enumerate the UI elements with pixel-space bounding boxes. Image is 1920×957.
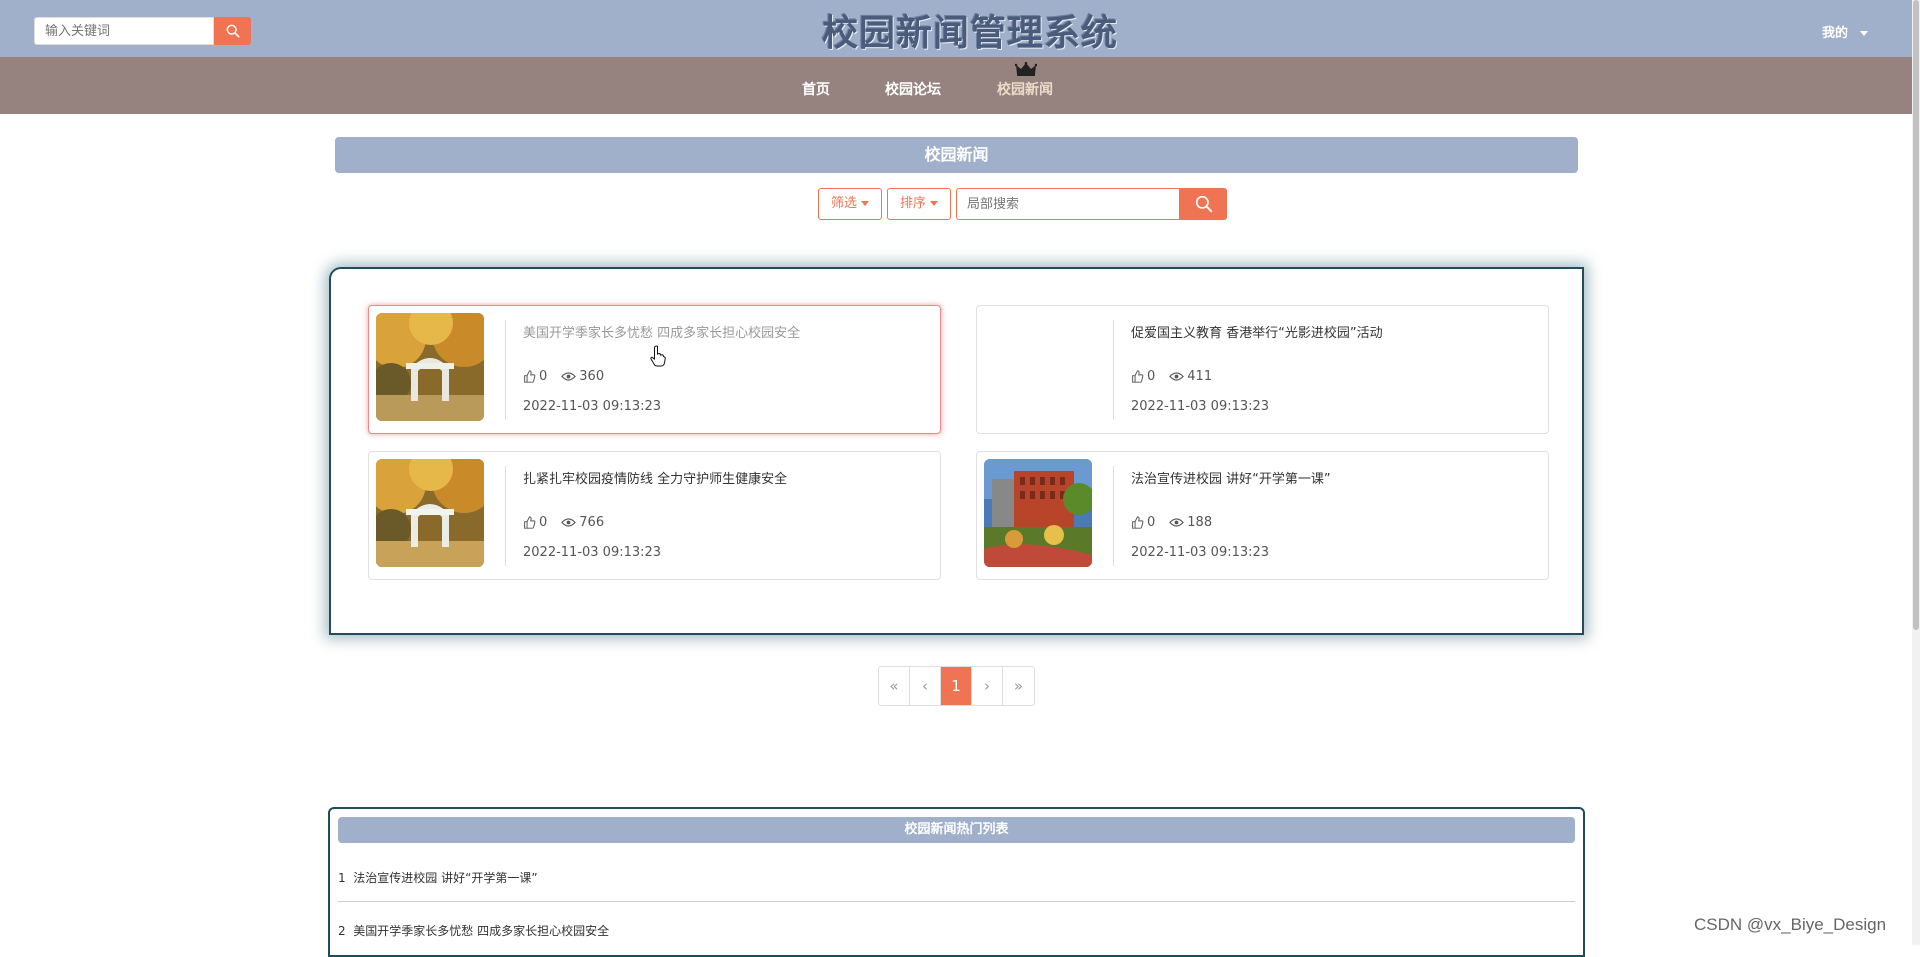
sort-label: 排序	[900, 196, 927, 211]
news-thumbnail[interactable]	[376, 313, 484, 421]
chevron-down-icon	[930, 201, 939, 206]
news-card[interactable]: 美国开学季家长多忧愁 四成多家长担心校园安全 0 360 2022-11-03 …	[368, 305, 941, 434]
nav-item-home[interactable]: 首页	[802, 79, 830, 99]
news-card[interactable]: 促爱国主义教育 香港举行“光影进校园”活动 0 411 2022-11-03 0…	[976, 305, 1549, 434]
news-card[interactable]: 扎紧扎牢校园疫情防线 全力守护师生健康安全 0 766 2022-11-03 0…	[368, 451, 941, 580]
hot-list-title: 校园新闻热门列表	[338, 817, 1575, 843]
hot-rank: 2	[338, 924, 346, 938]
search-icon	[1195, 195, 1212, 213]
view-count: 188	[1187, 515, 1213, 530]
watermark: CSDN @vx_Biye_Design	[1694, 915, 1887, 934]
hot-rank: 1	[338, 871, 346, 885]
pagination-prev[interactable]: ‹	[910, 667, 941, 705]
like-count: 0	[539, 369, 548, 384]
chevron-down-icon	[861, 201, 870, 206]
thumbs-up-icon[interactable]	[523, 370, 536, 383]
view-count: 411	[1187, 369, 1213, 384]
news-card[interactable]: 法治宣传进校园 讲好“开学第一课” 0 188 2022-11-03 09:13…	[976, 451, 1549, 580]
filter-dropdown[interactable]: 筛选	[818, 188, 883, 220]
news-panel: 美国开学季家长多忧愁 四成多家长担心校园安全 0 360 2022-11-03 …	[329, 267, 1584, 635]
hot-news-panel: 校园新闻热门列表 1 法治宣传进校园 讲好“开学第一课” 2 美国开学季家长多忧…	[328, 807, 1585, 957]
pagination-next[interactable]: ›	[972, 667, 1003, 705]
eye-icon	[561, 372, 577, 381]
thumbs-up-icon[interactable]	[1131, 370, 1144, 383]
news-title[interactable]: 美国开学季家长多忧愁 四成多家长担心校园安全	[523, 322, 800, 341]
hot-list-item[interactable]: 1 法治宣传进校园 讲好“开学第一课”	[338, 869, 538, 886]
pagination-last[interactable]: »	[1003, 667, 1034, 705]
eye-icon	[561, 518, 577, 527]
like-count: 0	[1147, 515, 1156, 530]
nav-item-news[interactable]: 校园新闻	[997, 79, 1053, 99]
news-stats: 0 188	[1131, 515, 1226, 530]
hot-list-divider	[338, 901, 1575, 902]
news-date: 2022-11-03 09:13:23	[1131, 545, 1270, 560]
news-date: 2022-11-03 09:13:23	[523, 545, 662, 560]
news-thumbnail[interactable]	[376, 459, 484, 567]
sort-dropdown[interactable]: 排序	[887, 188, 952, 220]
like-count: 0	[1147, 369, 1156, 384]
like-count: 0	[539, 515, 548, 530]
user-menu[interactable]: 我的	[1822, 22, 1869, 41]
user-menu-label: 我的	[1822, 26, 1849, 41]
autumn-gate-image	[376, 313, 484, 421]
pagination: « ‹ 1 › »	[878, 666, 1035, 706]
top-header: 校园新闻管理系统 我的	[0, 0, 1920, 57]
card-divider	[505, 320, 506, 420]
local-search-input[interactable]	[956, 188, 1180, 220]
hot-title[interactable]: 法治宣传进校园 讲好“开学第一课”	[353, 871, 537, 885]
card-divider	[505, 466, 506, 566]
news-thumbnail[interactable]	[984, 313, 1092, 421]
card-divider	[1113, 466, 1114, 566]
news-thumbnail[interactable]	[984, 459, 1092, 567]
local-search	[956, 188, 1227, 220]
page-scrollbar[interactable]	[1912, 0, 1920, 945]
autumn-gate-image	[376, 459, 484, 567]
thumbs-up-icon[interactable]	[523, 516, 536, 529]
hand-cursor-icon	[650, 345, 666, 367]
section-title: 校园新闻	[335, 137, 1578, 173]
scrollbar-thumb[interactable]	[1913, 0, 1919, 630]
filter-label: 筛选	[831, 196, 858, 211]
news-title[interactable]: 扎紧扎牢校园疫情防线 全力守护师生健康安全	[523, 468, 787, 487]
news-stats: 0 360	[523, 369, 618, 384]
nav-item-forum[interactable]: 校园论坛	[885, 79, 941, 99]
news-date: 2022-11-03 09:13:23	[1131, 399, 1270, 414]
chevron-down-icon	[1860, 31, 1869, 36]
crown-icon	[1015, 62, 1037, 76]
news-stats: 0 411	[1131, 369, 1226, 384]
hot-title[interactable]: 美国开学季家长多忧愁 四成多家长担心校园安全	[353, 924, 609, 938]
eye-icon	[1169, 518, 1185, 527]
site-title: 校园新闻管理系统	[821, 12, 1118, 54]
card-divider	[1113, 320, 1114, 420]
news-date: 2022-11-03 09:13:23	[523, 399, 662, 414]
view-count: 766	[579, 515, 605, 530]
pagination-first[interactable]: «	[879, 667, 910, 705]
news-title[interactable]: 法治宣传进校园 讲好“开学第一课”	[1131, 468, 1331, 487]
main-nav: 首页 校园论坛 校园新闻	[0, 57, 1920, 114]
eye-icon	[1169, 372, 1185, 381]
red-building-image	[984, 459, 1092, 567]
view-count: 360	[579, 369, 605, 384]
news-title[interactable]: 促爱国主义教育 香港举行“光影进校园”活动	[1131, 322, 1383, 341]
pagination-current-page[interactable]: 1	[941, 667, 972, 705]
thumbs-up-icon[interactable]	[1131, 516, 1144, 529]
local-search-button[interactable]	[1180, 188, 1227, 220]
news-stats: 0 766	[523, 515, 618, 530]
hot-list-item[interactable]: 2 美国开学季家长多忧愁 四成多家长担心校园安全	[338, 922, 609, 939]
